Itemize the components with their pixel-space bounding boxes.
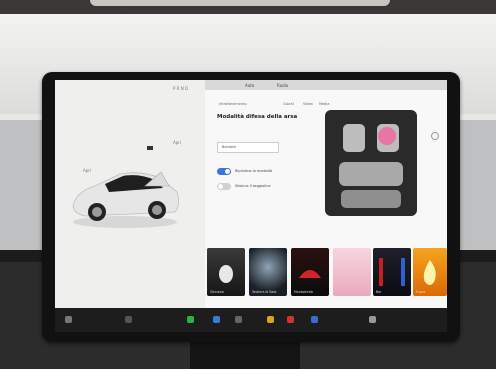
car-model-image[interactable] [65, 152, 185, 232]
ceiling-light [90, 0, 390, 6]
bottom-dock [55, 308, 447, 332]
gear-indicator: P R N D [173, 86, 189, 91]
climate-icon[interactable] [125, 316, 132, 323]
tab-media[interactable]: Media [319, 102, 330, 106]
apps-icon[interactable] [235, 316, 242, 323]
game-tile-1-label: Ginnasio [210, 290, 224, 294]
mode-select-value: Bambini [222, 145, 237, 149]
touchscreen-display: P R N D Apri Apri Auto Radio Intrattenim… [55, 80, 447, 332]
info-icon[interactable] [431, 132, 439, 140]
car-visualization-pane[interactable]: P R N D Apri Apri [55, 80, 205, 308]
unlock-seat-toggle[interactable] [217, 183, 231, 190]
game-tile-2-label: Tastiera di Babi [252, 290, 277, 294]
game-tile-6-label: Fuoco [416, 290, 426, 294]
game-tile-5[interactable]: Bar [373, 248, 411, 296]
volume-icon[interactable] [369, 316, 376, 323]
car-icon[interactable] [65, 316, 72, 323]
tab-games[interactable]: Giochi [283, 102, 294, 106]
tab-video[interactable]: Video [303, 102, 313, 106]
frunk-open-label[interactable]: Apri [173, 140, 181, 145]
game-tile-4[interactable] [333, 248, 371, 296]
media-icon[interactable] [311, 316, 318, 323]
status-tab-auto[interactable]: Auto [245, 83, 254, 88]
game-tile-2[interactable]: Tastiera di Babi [249, 248, 287, 296]
toybox-icon[interactable] [267, 316, 274, 323]
dashboard-right [455, 120, 496, 260]
game-tile-6[interactable]: Fuoco [413, 248, 447, 296]
restore-mode-label: Ripristina la modalità [235, 169, 273, 173]
calendar-icon[interactable] [287, 316, 294, 323]
settings-pane: Auto Radio Intrattenimento Giochi Video … [205, 80, 447, 308]
game-tile-3-label: Montalenda [294, 290, 313, 294]
mode-title: Modalità difesa della arsa [217, 114, 298, 120]
phone-icon[interactable] [187, 316, 194, 323]
cabin-seat-diagram[interactable] [325, 110, 417, 216]
game-tile-1[interactable]: Ginnasio [207, 248, 245, 296]
tab-entertainment[interactable]: Intrattenimento [219, 102, 247, 106]
game-tile-3[interactable]: Montalenda [291, 248, 329, 296]
unlock-seat-label: Sblocca il seggiolino [235, 184, 271, 188]
top-status-bar: Auto Radio [205, 80, 447, 90]
status-tab-radio[interactable]: Radio [277, 83, 288, 88]
mode-select[interactable]: Bambini [217, 142, 279, 153]
restore-mode-toggle[interactable] [217, 168, 231, 175]
lock-icon[interactable] [147, 146, 153, 150]
screen-mount [190, 340, 300, 369]
game-tile-5-label: Bar [376, 290, 382, 294]
navigation-icon[interactable] [213, 316, 220, 323]
